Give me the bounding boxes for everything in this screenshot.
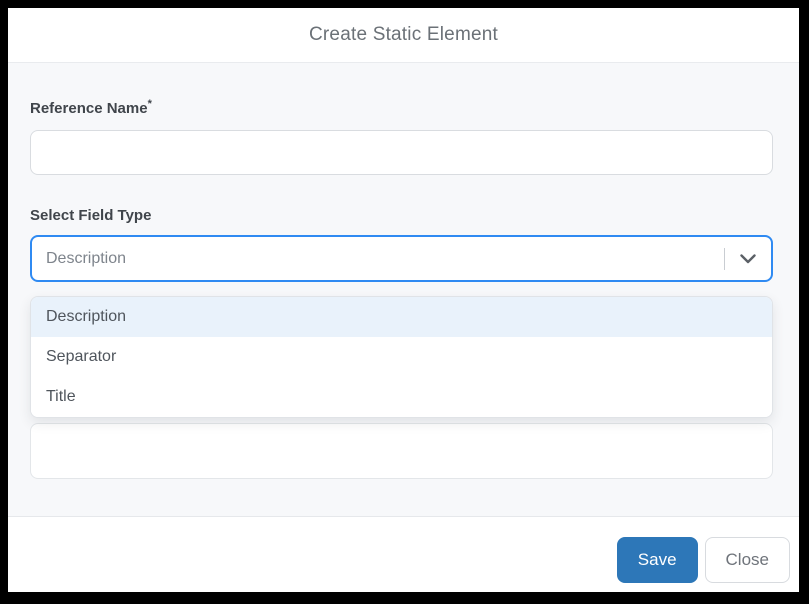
dialog-footer: Save Close bbox=[8, 516, 799, 592]
field-type-dropdown-list: Description Separator Title bbox=[30, 296, 773, 418]
dialog-title: Create Static Element bbox=[308, 24, 498, 45]
description-textarea[interactable] bbox=[30, 423, 773, 479]
reference-name-label: Reference Name* bbox=[30, 98, 773, 118]
reference-name-label-text: Reference Name bbox=[30, 100, 148, 117]
field-type-select[interactable]: Description bbox=[30, 235, 773, 282]
reference-name-input[interactable] bbox=[30, 130, 773, 175]
modal-backdrop: Create Static Element Reference Name* Se… bbox=[0, 0, 809, 604]
save-button[interactable]: Save bbox=[616, 536, 698, 583]
dialog-body: Reference Name* Select Field Type Descri… bbox=[8, 63, 799, 516]
field-type-selected-value: Description bbox=[46, 249, 127, 267]
close-button[interactable]: Close bbox=[704, 536, 790, 583]
create-static-element-dialog: Create Static Element Reference Name* Se… bbox=[8, 8, 799, 592]
dropdown-option-title[interactable]: Title bbox=[31, 377, 772, 417]
dropdown-option-separator[interactable]: Separator bbox=[31, 337, 772, 377]
required-asterisk: * bbox=[147, 98, 152, 110]
chevron-down-icon bbox=[739, 250, 757, 268]
dropdown-option-description[interactable]: Description bbox=[31, 297, 772, 337]
field-type-label: Select Field Type bbox=[30, 207, 152, 224]
select-divider bbox=[724, 247, 725, 270]
dialog-header: Create Static Element bbox=[8, 8, 799, 63]
